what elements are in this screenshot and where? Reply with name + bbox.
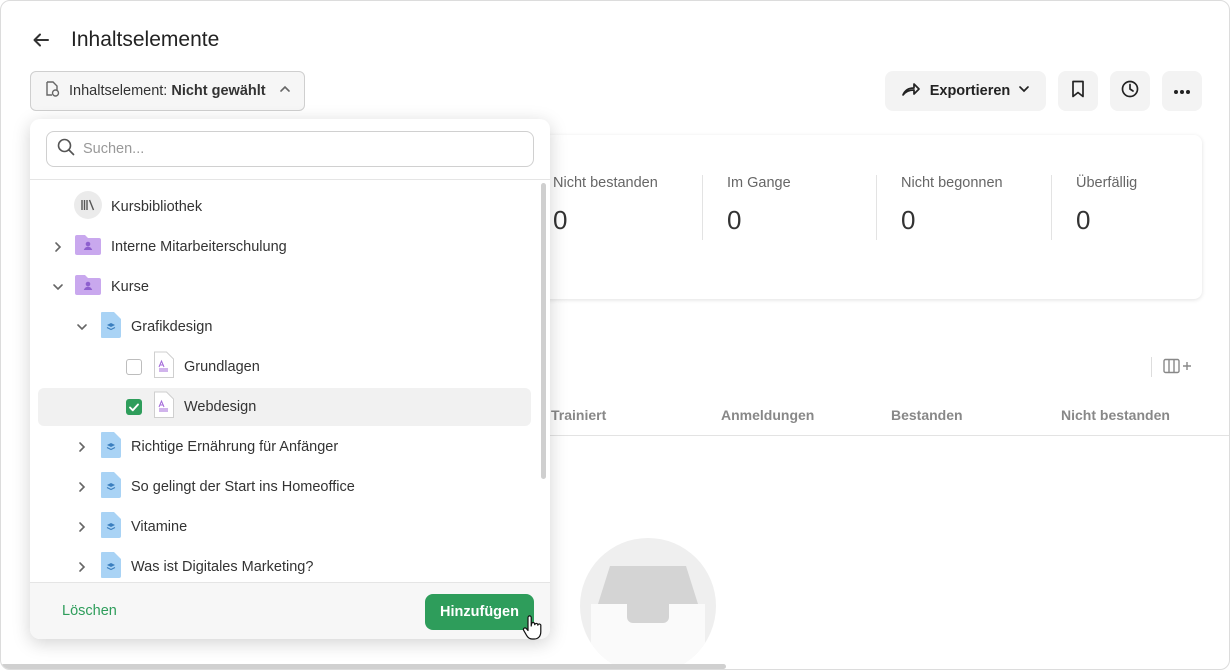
column-header-not-passed[interactable]: Nicht bestanden (1061, 407, 1170, 423)
tree-item-interne-mitarbeiterschulung[interactable]: Interne Mitarbeiterschulung (50, 228, 287, 266)
share-arrow-icon (901, 80, 921, 102)
clock-icon (1120, 79, 1140, 104)
stat-overdue: Überfällig 0 (1076, 175, 1137, 236)
column-settings-button[interactable] (1163, 358, 1193, 379)
checkbox-webdesign[interactable] (126, 399, 142, 415)
content-item-dropdown: Kursbibliothek Interne Mitarbeiterschulu… (30, 119, 550, 639)
chevron-right-icon[interactable] (74, 519, 90, 535)
document-icon (153, 391, 175, 423)
stats-card: Nicht bestanden 0 Im Gange 0 Nicht begon… (521, 135, 1202, 299)
search-input[interactable] (83, 141, 503, 157)
more-dots-icon (1173, 82, 1191, 100)
course-icon (100, 551, 122, 582)
page-header: Inhaltselemente (29, 25, 219, 55)
content-item-selector[interactable]: Inhaltselement: Nicht gewählt (30, 71, 305, 111)
course-icon (100, 431, 122, 463)
stat-in-progress: Im Gange 0 (727, 175, 791, 236)
document-icon (153, 351, 175, 383)
columns-add-icon (1163, 358, 1193, 379)
tree-item-label: Kurse (111, 279, 149, 295)
chevron-down-icon[interactable] (74, 319, 90, 335)
content-tree: Kursbibliothek Interne Mitarbeiterschulu… (30, 180, 540, 582)
tree-item-grafikdesign[interactable]: Grafikdesign (74, 308, 212, 346)
library-icon (74, 191, 102, 223)
folder-icon (74, 233, 102, 261)
more-options-button[interactable] (1162, 71, 1202, 111)
back-arrow-icon[interactable] (29, 28, 53, 52)
dropdown-footer: Löschen Hinzufügen (30, 582, 550, 639)
stat-not-passed: Nicht bestanden 0 (553, 175, 658, 236)
tree-item-vitamine[interactable]: Vitamine (74, 508, 187, 546)
column-header-enrollments[interactable]: Anmeldungen (721, 407, 814, 423)
tree-item-richtige-ernaehrung[interactable]: Richtige Ernährung für Anfänger (74, 428, 338, 466)
app-window: Inhaltselemente Inhaltselement: Nicht ge… (0, 0, 1230, 670)
chevron-right-icon[interactable] (74, 439, 90, 455)
history-button[interactable] (1110, 71, 1150, 111)
bookmark-icon (1070, 80, 1086, 103)
chevron-down-icon (1018, 83, 1030, 99)
horizontal-scrollbar[interactable] (1, 664, 726, 669)
column-header-passed[interactable]: Bestanden (891, 407, 963, 423)
search-icon (57, 138, 75, 161)
divider (702, 175, 703, 240)
tree-item-digitales-marketing[interactable]: Was ist Digitales Marketing? (74, 548, 313, 582)
divider (876, 175, 877, 240)
page-title: Inhaltselemente (71, 28, 220, 51)
stat-not-started: Nicht begonnen 0 (901, 175, 1003, 236)
check-icon (129, 403, 139, 412)
tree-item-label: Richtige Ernährung für Anfänger (131, 439, 339, 455)
tree-item-label: Was ist Digitales Marketing? (131, 559, 314, 575)
course-icon (100, 311, 122, 343)
stat-value: 0 (553, 205, 568, 235)
content-item-icon (43, 80, 61, 102)
export-button[interactable]: Exportieren (885, 71, 1046, 111)
vertical-scrollbar[interactable] (541, 183, 546, 479)
stat-label: Überfällig (1076, 175, 1138, 191)
chevron-right-icon[interactable] (74, 559, 90, 575)
empty-state-illustration (580, 538, 716, 669)
tree-item-label: Grafikdesign (131, 319, 213, 335)
stat-value: 0 (727, 205, 742, 235)
inbox-tray-icon (591, 566, 705, 669)
tree-item-kurse[interactable]: Kurse (50, 268, 149, 306)
chevron-right-icon[interactable] (50, 239, 66, 255)
chevron-up-icon (278, 82, 292, 100)
tree-item-grundlagen[interactable]: Grundlagen (126, 348, 260, 386)
stat-value: 0 (901, 205, 916, 235)
chevron-down-icon[interactable] (50, 279, 66, 295)
tree-item-label: So gelingt der Start ins Homeoffice (131, 479, 355, 495)
bookmark-button[interactable] (1058, 71, 1098, 111)
column-header-trained[interactable]: Trainiert (551, 407, 606, 423)
divider (1151, 357, 1152, 377)
stat-value: 0 (1076, 205, 1091, 235)
stat-label: Nicht bestanden (553, 175, 658, 191)
tree-item-homeoffice[interactable]: So gelingt der Start ins Homeoffice (74, 468, 355, 506)
tree-item-label: Grundlagen (184, 359, 260, 375)
divider (1051, 175, 1052, 240)
selector-value: Nicht gewählt (171, 83, 266, 99)
add-button[interactable]: Hinzufügen (425, 594, 534, 630)
tree-item-label: Kursbibliothek (111, 199, 203, 215)
folder-icon (74, 273, 102, 301)
tree-item-label: Interne Mitarbeiterschulung (111, 239, 287, 255)
tree-item-label: Webdesign (184, 399, 257, 415)
tree-item-webdesign[interactable]: Webdesign (38, 388, 531, 426)
table-header-divider (541, 435, 1229, 436)
chevron-right-icon[interactable] (74, 479, 90, 495)
clear-button[interactable]: Löschen (62, 603, 117, 619)
course-icon (100, 511, 122, 543)
checkbox-grundlagen[interactable] (126, 359, 142, 375)
hand-cursor-icon (522, 615, 542, 646)
stat-label: Nicht begonnen (901, 175, 1003, 191)
search-box (46, 131, 534, 167)
selector-label: Inhaltselement: (69, 83, 168, 99)
export-label: Exportieren (929, 83, 1011, 99)
stat-label: Im Gange (727, 175, 791, 191)
course-icon (100, 471, 122, 503)
tree-item-kursbibliothek[interactable]: Kursbibliothek (74, 188, 202, 226)
tree-item-label: Vitamine (131, 519, 188, 535)
